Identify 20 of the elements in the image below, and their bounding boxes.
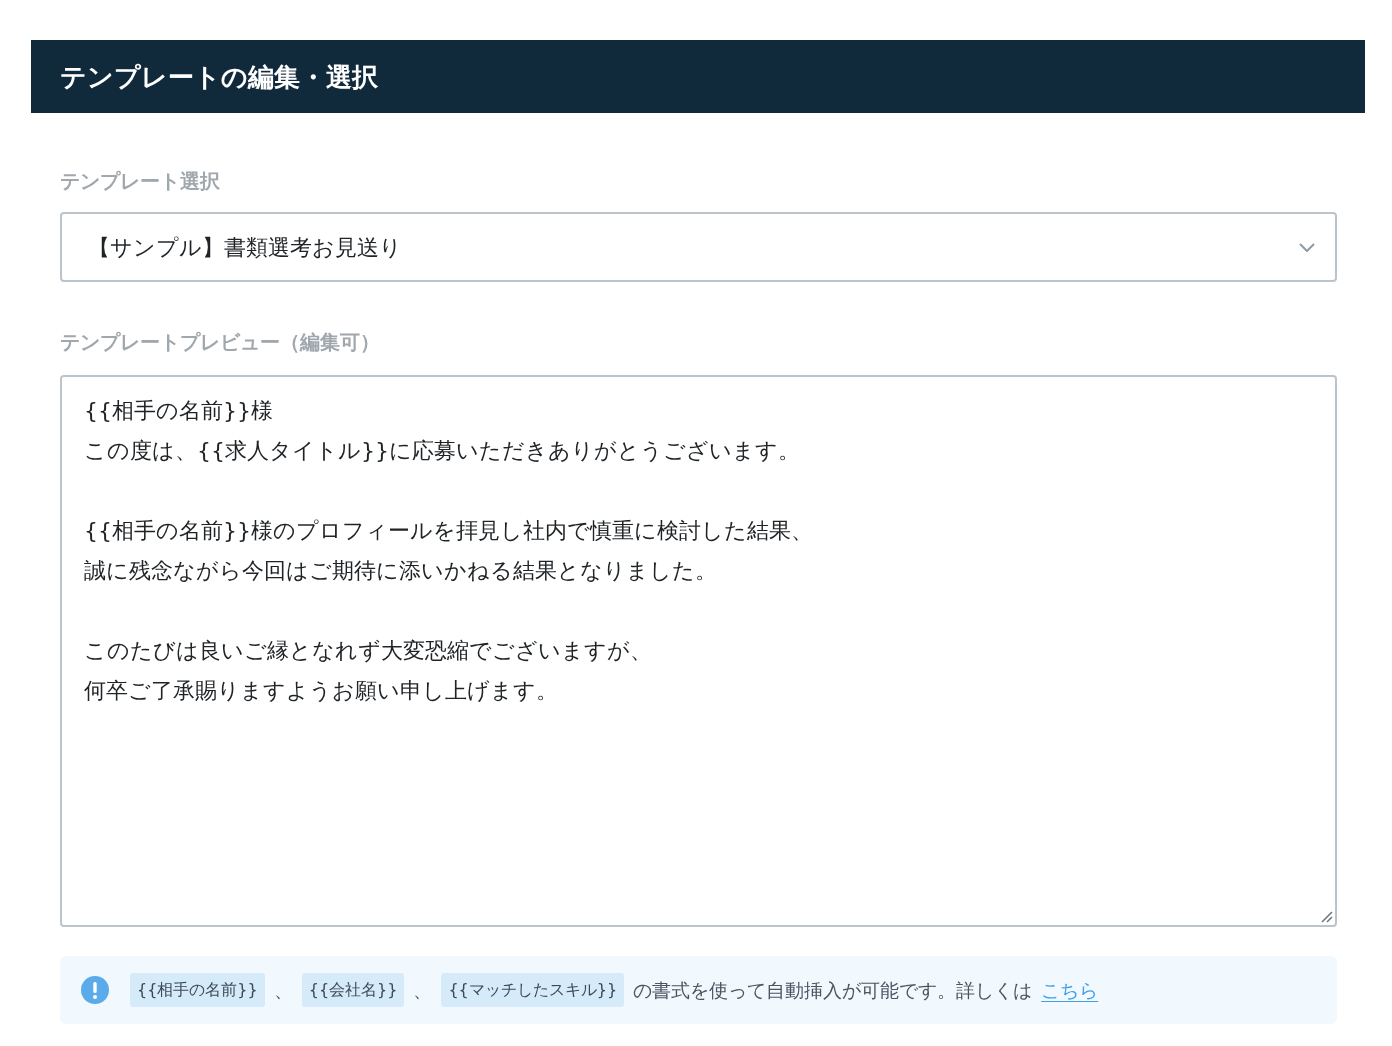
text-line: 何卒ご了承賜りますようお願い申し上げます。 xyxy=(84,677,558,705)
template-select[interactable]: 【サンプル】書類選考お見送り xyxy=(60,212,1337,282)
text-line: このたびは良いご縁となれず大変恐縮でございますが、 xyxy=(84,637,652,665)
header-title: テンプレートの編集・選択 xyxy=(60,63,378,90)
text-line: {{相手の名前}}様のプロフィールを拝見し社内で慎重に検討した結果、 xyxy=(84,517,813,545)
note-text: の書式を使って自動挿入が可能です。詳しくは xyxy=(633,977,1033,1003)
text-line: 誠に残念ながら今回はご期待に添いかねる結果となりました。 xyxy=(84,557,717,585)
chevron-down-icon xyxy=(1299,242,1315,252)
note-text: 、 xyxy=(413,977,433,1003)
placeholder-tag: {{相手の名前}} xyxy=(130,973,265,1007)
placeholder-tag: {{会社名}} xyxy=(301,973,405,1007)
resize-grip-icon[interactable] xyxy=(1321,911,1333,923)
field-label: テンプレートプレビュー（編集可） xyxy=(60,329,380,356)
message-textarea[interactable]: {{相手の名前}}様 この度は、{{求人タイトル}}に応募いただきありがとうございます。 {{相手の名前}}様のプロフィールを拝見し社内で慎重に検討した結果、 誠に残念ながら今回はご期待に添いかねる結果となりました。 このたびは良いご縁となれず大変恐縮でございますが、 何卒ご了承賜りますようお願い申し上げます。 xyxy=(60,375,1337,927)
text-line: この度は、{{求人タイトル}}に応募いただきありがとうございます。 xyxy=(84,437,800,465)
placeholder-tag: {{マッチしたスキル}} xyxy=(441,973,625,1007)
text-line: {{相手の名前}}様 xyxy=(84,397,273,425)
field-label: テンプレート選択 xyxy=(60,168,220,195)
note-text: 、 xyxy=(273,977,293,1003)
exclamation-icon xyxy=(81,976,109,1004)
